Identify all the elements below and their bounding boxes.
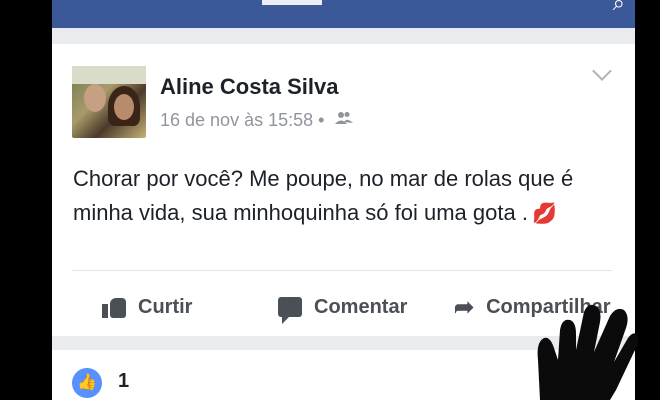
meta-separator: • bbox=[318, 110, 325, 130]
post-card: Aline Costa Silva 16 de nov às 15:58 • C… bbox=[52, 44, 635, 336]
action-divider bbox=[72, 270, 612, 271]
post-options-chevron-icon[interactable] bbox=[592, 61, 612, 81]
thumbs-up-icon bbox=[102, 296, 126, 318]
search-icon[interactable]: ⌕ bbox=[613, 0, 625, 16]
post-meta: 16 de nov às 15:58 • bbox=[160, 110, 354, 131]
top-app-bar: ▬▬▬ ⌕ bbox=[52, 0, 635, 28]
top-bar-title-cropped: ▬▬▬ bbox=[262, 0, 322, 11]
like-button[interactable]: Curtir bbox=[102, 290, 192, 324]
comment-label: Comentar bbox=[314, 295, 408, 318]
reaction-count: 1 bbox=[118, 370, 130, 392]
friends-icon[interactable] bbox=[335, 111, 354, 125]
comment-button[interactable]: Comentar bbox=[278, 290, 407, 324]
share-label: Compartilhar bbox=[486, 295, 611, 318]
post-text: Chorar por você? Me poupe, no mar de rol… bbox=[73, 162, 613, 231]
facebook-screen: ▬▬▬ ⌕ Aline Costa Silva 16 de nov às 15:… bbox=[52, 0, 635, 400]
lips-emoji: 💋 bbox=[531, 203, 557, 225]
share-button[interactable]: ➦ Compartilhar bbox=[454, 290, 611, 324]
author-name[interactable]: Aline Costa Silva bbox=[160, 74, 339, 100]
comment-icon bbox=[278, 297, 302, 324]
post-actions: Curtir Comentar ➦ Compartilhar bbox=[52, 290, 635, 324]
post-body: Chorar por você? Me poupe, no mar de rol… bbox=[73, 166, 574, 225]
like-label: Curtir bbox=[138, 295, 193, 318]
reactions-bar[interactable]: 👍 1 bbox=[52, 350, 635, 400]
share-arrow-icon: ➦ bbox=[454, 293, 475, 321]
like-reaction-icon: 👍 bbox=[72, 368, 102, 398]
author-avatar[interactable] bbox=[72, 66, 146, 138]
post-timestamp[interactable]: 16 de nov às 15:58 bbox=[160, 110, 313, 130]
